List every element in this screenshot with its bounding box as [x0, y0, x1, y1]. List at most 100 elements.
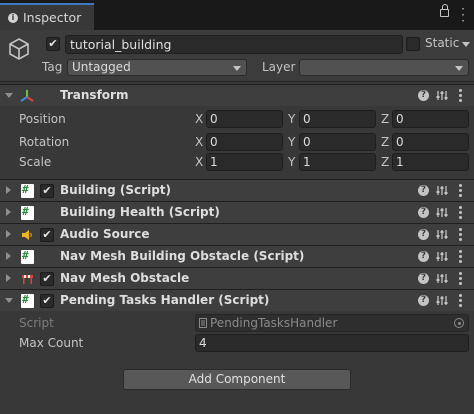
scale-z-field[interactable]: 1: [392, 153, 469, 171]
component-enabled-checkbox[interactable]: ✔: [40, 228, 54, 242]
component-menu-icon[interactable]: [459, 228, 463, 241]
tag-dropdown[interactable]: Untagged: [67, 59, 247, 76]
rotation-y-field[interactable]: 0: [299, 133, 376, 151]
add-component-button[interactable]: Add Component: [123, 369, 351, 390]
script-icon: [21, 293, 34, 308]
max-count-label: Max Count: [19, 336, 84, 350]
scale-z-axis[interactable]: Z: [381, 155, 389, 169]
foldout-closed-icon[interactable]: [6, 208, 11, 216]
rotation-z-axis[interactable]: Z: [381, 135, 389, 149]
script-icon: [21, 205, 34, 220]
rotation-x-field[interactable]: 0: [206, 133, 283, 151]
rotation-y-axis[interactable]: Y: [288, 135, 295, 149]
static-label: Static: [425, 36, 460, 50]
component-title: Nav Mesh Building Obstacle (Script): [60, 249, 305, 263]
position-z-field[interactable]: 0: [392, 110, 469, 128]
rotation-z-field[interactable]: 0: [392, 133, 469, 151]
nav-mesh-obstacle-icon: [22, 275, 33, 284]
active-checkbox[interactable]: ✔: [46, 37, 60, 51]
preset-sliders-icon[interactable]: [436, 272, 448, 285]
tag-label: Tag: [42, 60, 63, 74]
tab-inspector[interactable]: i Inspector: [0, 3, 94, 30]
position-y-field[interactable]: 0: [299, 110, 376, 128]
script-object-field: PendingTasksHandler: [195, 314, 469, 332]
preset-sliders-icon[interactable]: [436, 250, 448, 263]
max-count-field[interactable]: 4: [195, 334, 469, 352]
position-label: Position: [19, 112, 66, 126]
tab-inspector-label: Inspector: [23, 10, 82, 25]
chevron-down-icon: [233, 66, 241, 71]
component-title: Building (Script): [60, 183, 172, 197]
scale-label: Scale: [19, 155, 52, 169]
component-enabled-checkbox[interactable]: ✔: [40, 272, 54, 286]
component-nav-mesh-building-obstacle-script[interactable]: Nav Mesh Building Obstacle (Script) ?: [0, 245, 474, 267]
object-header: ✔ tutorial_building Static Tag Untagged …: [0, 30, 474, 82]
info-icon: i: [8, 12, 18, 23]
component-building-script[interactable]: ✔ Building (Script) ?: [0, 179, 474, 201]
component-menu-icon[interactable]: [459, 206, 463, 219]
foldout-closed-icon[interactable]: [6, 274, 11, 282]
help-icon[interactable]: ?: [418, 207, 429, 218]
position-z-axis[interactable]: Z: [381, 112, 389, 126]
position-x-field[interactable]: 0: [206, 110, 283, 128]
tag-value: Untagged: [72, 60, 131, 74]
help-icon[interactable]: ?: [418, 185, 429, 196]
static-dropdown-arrow-icon[interactable]: [462, 42, 470, 47]
foldout-closed-icon[interactable]: [6, 230, 11, 238]
component-enabled-checkbox[interactable]: ✔: [40, 294, 54, 308]
component-menu-icon[interactable]: [459, 184, 463, 197]
transform-title: Transform: [60, 88, 129, 102]
help-icon[interactable]: ?: [418, 229, 429, 240]
foldout-closed-icon[interactable]: [6, 186, 11, 194]
transform-axes-icon: [20, 90, 34, 102]
script-value: PendingTasksHandler: [210, 316, 338, 330]
rotation-x-axis[interactable]: X: [195, 135, 203, 149]
gameobject-cube-icon: [9, 38, 29, 60]
component-menu-icon[interactable]: [459, 294, 463, 307]
component-menu-icon[interactable]: [459, 272, 463, 285]
script-icon: [21, 249, 34, 264]
scale-x-axis[interactable]: X: [195, 155, 203, 169]
rotation-label: Rotation: [19, 135, 70, 149]
component-enabled-checkbox[interactable]: ✔: [40, 184, 54, 198]
audio-source-icon: [22, 230, 32, 240]
preset-sliders-icon[interactable]: [436, 184, 448, 197]
help-icon[interactable]: ?: [418, 251, 429, 262]
help-icon[interactable]: ?: [418, 90, 429, 101]
foldout-closed-icon[interactable]: [6, 252, 11, 260]
component-title: Building Health (Script): [60, 205, 220, 219]
scale-x-field[interactable]: 1: [206, 153, 283, 171]
preset-sliders-icon[interactable]: [436, 89, 448, 102]
tab-menu-icon[interactable]: · · ·: [458, 3, 468, 27]
layer-label: Layer: [262, 60, 296, 74]
preset-sliders-icon[interactable]: [436, 228, 448, 241]
foldout-open-icon[interactable]: [5, 298, 13, 303]
help-icon[interactable]: ?: [418, 273, 429, 284]
object-name-field[interactable]: tutorial_building: [65, 35, 403, 54]
position-y-axis[interactable]: Y: [288, 112, 295, 126]
static-checkbox[interactable]: [406, 37, 420, 51]
component-transform[interactable]: Transform ?: [0, 84, 474, 106]
lock-icon[interactable]: [440, 4, 449, 17]
component-pending-tasks-handler-script[interactable]: ✔ Pending Tasks Handler (Script) ?: [0, 289, 474, 311]
position-x-axis[interactable]: X: [195, 112, 203, 126]
component-title: Pending Tasks Handler (Script): [60, 293, 270, 307]
component-menu-icon[interactable]: [459, 250, 463, 263]
foldout-open-icon[interactable]: [5, 93, 13, 98]
preset-sliders-icon[interactable]: [436, 294, 448, 307]
component-audio-source[interactable]: ✔ Audio Source ?: [0, 223, 474, 245]
preset-sliders-icon[interactable]: [436, 206, 448, 219]
script-file-icon: [199, 318, 207, 328]
inspector-tab-bar: i Inspector · · ·: [0, 0, 474, 30]
component-building-health-script[interactable]: Building Health (Script) ?: [0, 201, 474, 223]
script-icon: [21, 183, 34, 198]
layer-dropdown[interactable]: [299, 59, 469, 76]
scale-y-axis[interactable]: Y: [288, 155, 295, 169]
component-title: Nav Mesh Obstacle: [60, 271, 190, 285]
script-label: Script: [19, 316, 54, 330]
scale-y-field[interactable]: 1: [299, 153, 376, 171]
help-icon[interactable]: ?: [418, 295, 429, 306]
component-menu-icon[interactable]: [459, 89, 463, 102]
component-nav-mesh-obstacle[interactable]: ✔ Nav Mesh Obstacle ?: [0, 267, 474, 289]
chevron-down-icon: [455, 66, 463, 71]
